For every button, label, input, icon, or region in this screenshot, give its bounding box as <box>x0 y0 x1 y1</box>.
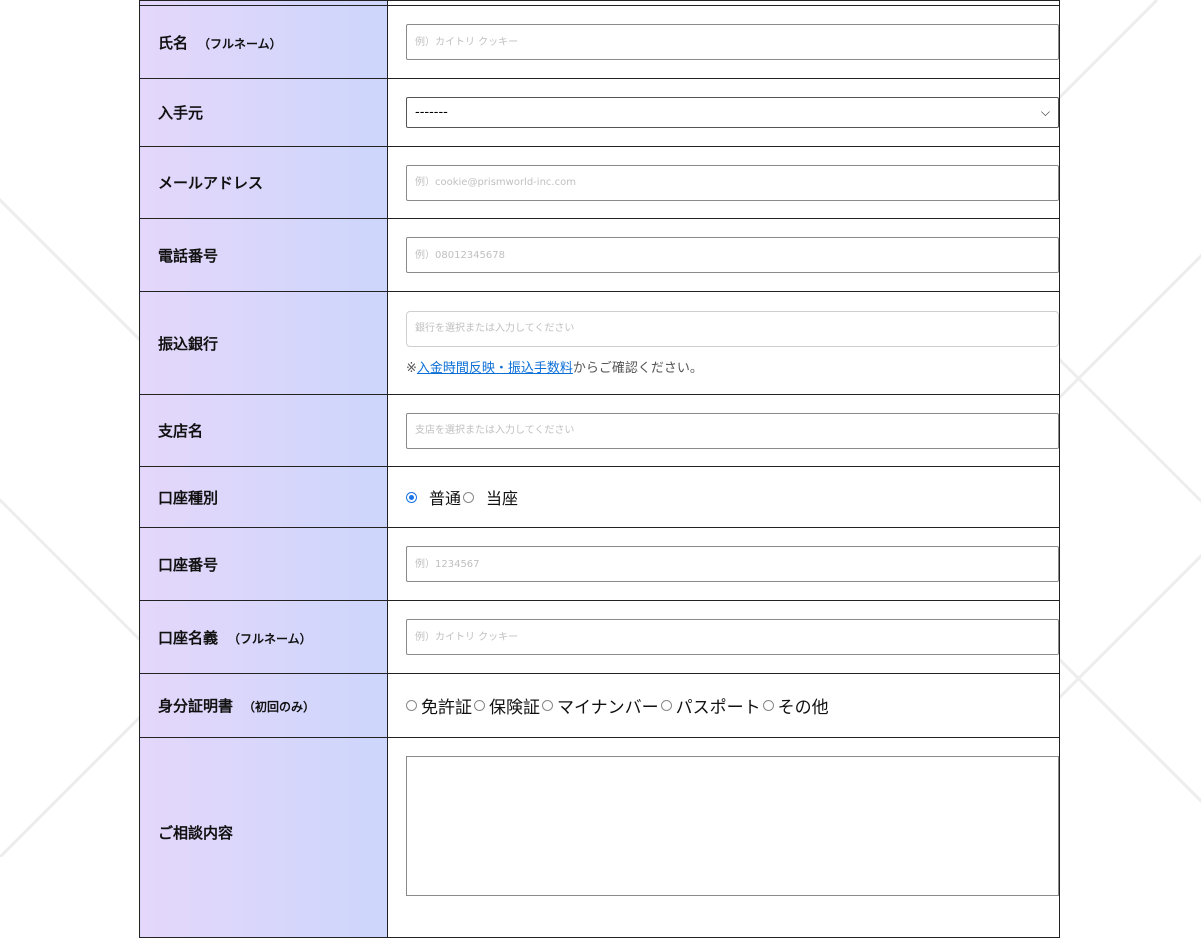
source-select[interactable]: ------- ⌵ <box>406 97 1059 128</box>
contact-form: 氏名（フルネーム） 入手元 ------- ⌵ メールアドレス 電話番号 <box>139 0 1060 938</box>
account-type-option-touza[interactable]: 当座 <box>463 485 518 509</box>
source-select-value: ------- <box>415 105 448 120</box>
form-row-account-type: 口座種別 普通 当座 <box>139 466 1060 528</box>
radio-unchecked-icon[interactable] <box>762 700 774 711</box>
chevron-down-icon: ⌵ <box>1040 105 1050 119</box>
radio-unchecked-icon[interactable] <box>474 700 485 711</box>
id-doc-option-other[interactable]: その他 <box>762 693 829 718</box>
branch-label: 支店名 <box>139 394 388 467</box>
name-input[interactable] <box>406 24 1059 60</box>
form-row-id-doc: 身分証明書 （初回のみ） 免許証 保険証 マイナンバー パスポート その他 <box>139 673 1060 738</box>
radio-unchecked-icon[interactable] <box>542 700 553 711</box>
radio-unchecked-icon[interactable] <box>463 491 475 503</box>
account-holder-label-sub: （フルネーム） <box>228 631 312 646</box>
id-doc-option-passport[interactable]: パスポート <box>660 693 761 718</box>
radio-unchecked-icon[interactable] <box>406 700 417 711</box>
form-row-account-number: 口座番号 <box>139 527 1060 601</box>
account-number-input[interactable] <box>406 546 1059 582</box>
bank-input[interactable] <box>406 310 1059 347</box>
name-label: 氏名 （フルネーム） <box>139 5 388 79</box>
id-doc-option-license[interactable]: 免許証 <box>406 693 472 718</box>
form-row-branch: 支店名 <box>139 394 1060 467</box>
account-holder-input[interactable] <box>406 619 1059 655</box>
email-input[interactable] <box>406 164 1059 201</box>
bank-label: 振込銀行 <box>139 291 388 395</box>
id-doc-label: 身分証明書 （初回のみ） <box>139 673 388 738</box>
form-row-email: メールアドレス <box>139 146 1060 219</box>
form-table: 氏名（フルネーム） 入手元 ------- ⌵ メールアドレス 電話番号 <box>139 0 1060 938</box>
id-doc-radio-group: 免許証 保険証 マイナンバー パスポート その他 <box>406 693 1041 718</box>
id-doc-option-mynumber[interactable]: マイナンバー <box>542 693 659 718</box>
source-label: 入手元 <box>139 78 388 147</box>
form-row-bank: 振込銀行 ※入金時間反映・振込手数料からご確認ください。 <box>139 291 1060 395</box>
form-row-consultation: ご相談内容 <box>139 737 1060 938</box>
account-number-label: 口座番号 <box>139 527 388 601</box>
account-type-radio-group: 普通 当座 <box>406 485 1041 509</box>
form-row-account-holder: 口座名義 （フルネーム） <box>139 600 1060 674</box>
form-row-name: 氏名 （フルネーム） <box>139 5 1060 79</box>
email-label: メールアドレス <box>139 146 388 219</box>
consultation-textarea[interactable] <box>406 756 1059 896</box>
transfer-info-link[interactable]: 入金時間反映・振込手数料 <box>417 361 573 376</box>
id-doc-label-sub: （初回のみ） <box>243 700 316 714</box>
radio-checked-icon[interactable] <box>406 491 417 503</box>
form-row-source: 入手元 ------- ⌵ <box>139 78 1060 147</box>
phone-input[interactable] <box>406 237 1059 273</box>
account-type-option-futsu[interactable]: 普通 <box>406 485 461 509</box>
branch-input[interactable] <box>406 412 1059 449</box>
form-row-phone: 電話番号 <box>139 218 1060 292</box>
bank-note: ※入金時間反映・振込手数料からご確認ください。 <box>406 360 703 376</box>
name-label-sub: （フルネーム） <box>198 36 282 51</box>
account-holder-label: 口座名義 （フルネーム） <box>139 600 388 674</box>
consultation-label: ご相談内容 <box>139 737 388 938</box>
phone-label: 電話番号 <box>139 218 388 292</box>
radio-unchecked-icon[interactable] <box>660 700 672 711</box>
id-doc-option-insurance[interactable]: 保険証 <box>474 693 540 718</box>
account-type-label: 口座種別 <box>139 466 388 528</box>
